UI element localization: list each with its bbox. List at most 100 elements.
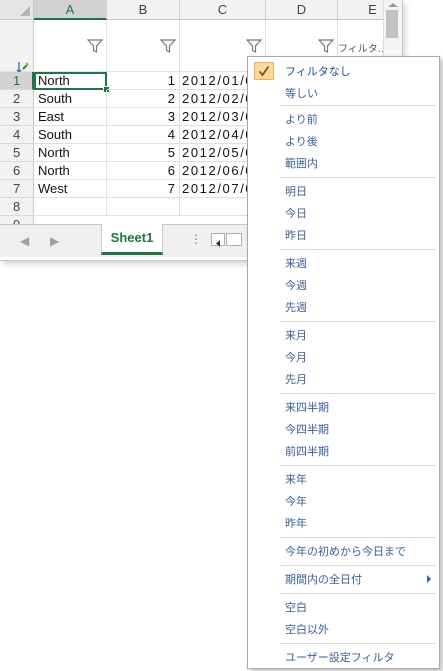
menu-separator	[280, 593, 436, 594]
menu-item-label: 今月	[285, 351, 307, 364]
cell-a3[interactable]: East	[34, 108, 107, 126]
row-header-3[interactable]: 3	[0, 108, 34, 126]
checkmark-icon	[254, 62, 274, 80]
menu-item-today[interactable]: 今日	[248, 202, 439, 224]
menu-item-label: 先月	[285, 373, 307, 386]
date-filter-menu: フィルタなし 等しい より前 より後 範囲内 明日 今日 昨日 来週 今週 先週…	[247, 56, 440, 669]
menu-item-after[interactable]: より後	[248, 130, 439, 152]
cell-b6[interactable]: 6	[107, 162, 180, 180]
menu-item-non-blanks[interactable]: 空白以外	[248, 618, 439, 640]
menu-item-next-quarter[interactable]: 来四半期	[248, 396, 439, 418]
menu-item-label: 空白以外	[285, 623, 329, 636]
scroll-up-icon[interactable]	[387, 2, 399, 8]
menu-item-all-dates-in-period[interactable]: 期間内の全日付	[248, 568, 439, 590]
row-header-4[interactable]: 4	[0, 126, 34, 144]
menu-item-this-year[interactable]: 今年	[248, 490, 439, 512]
filter-cell-b	[107, 20, 180, 72]
cell-b8[interactable]	[107, 198, 180, 216]
cell-a6[interactable]: North	[34, 162, 107, 180]
cell-a5[interactable]: North	[34, 144, 107, 162]
menu-item-label: より後	[285, 135, 318, 148]
filter-funnel-icon[interactable]	[318, 38, 334, 54]
filter-funnel-icon[interactable]	[87, 38, 103, 54]
menu-item-before[interactable]: より前	[248, 108, 439, 130]
filter-funnel-icon[interactable]	[160, 38, 176, 54]
menu-item-this-week[interactable]: 今週	[248, 274, 439, 296]
menu-item-label: フィルタなし	[285, 65, 351, 78]
menu-item-label: 明日	[285, 185, 307, 198]
menu-item-label: 来週	[285, 257, 307, 270]
vertical-scroll-thumb[interactable]	[386, 10, 398, 38]
cell-b3[interactable]: 3	[107, 108, 180, 126]
prev-sheet-icon[interactable]: ◀	[20, 234, 29, 248]
menu-item-custom-filter[interactable]: ユーザー設定フィルタ	[248, 646, 439, 668]
menu-item-label: ユーザー設定フィルタ	[285, 651, 395, 664]
row-header-5[interactable]: 5	[0, 144, 34, 162]
menu-item-label: 期間内の全日付	[285, 573, 362, 586]
filter-cell-a	[34, 20, 107, 72]
filter-header-text: フィルタ…	[338, 44, 388, 55]
menu-item-last-week[interactable]: 先週	[248, 296, 439, 318]
menu-item-label: 今年	[285, 495, 307, 508]
menu-separator	[280, 105, 436, 106]
menu-item-label: 今四半期	[285, 423, 329, 436]
cell-b7[interactable]: 7	[107, 180, 180, 198]
menu-separator	[280, 465, 436, 466]
menu-item-label: 前四半期	[285, 445, 329, 458]
select-all-corner[interactable]	[0, 0, 34, 20]
sheet-tab-sheet1[interactable]: Sheet1	[101, 224, 163, 255]
row-header-1[interactable]: 1	[0, 72, 34, 90]
menu-item-year-to-date[interactable]: 今年の初めから今日まで	[248, 540, 439, 562]
scroll-left-button[interactable]	[211, 233, 225, 247]
menu-item-next-year[interactable]: 来年	[248, 468, 439, 490]
menu-item-label: 範囲内	[285, 157, 318, 170]
column-header-c[interactable]: C	[180, 0, 266, 20]
menu-item-label: 今日	[285, 207, 307, 220]
row-header-8[interactable]: 8	[0, 198, 34, 216]
menu-item-label: 先週	[285, 301, 307, 314]
menu-item-label: 昨日	[285, 229, 307, 242]
menu-separator	[280, 321, 436, 322]
column-header-d[interactable]: D	[266, 0, 338, 20]
menu-item-last-month[interactable]: 先月	[248, 368, 439, 390]
menu-separator	[280, 177, 436, 178]
menu-item-next-week[interactable]: 来週	[248, 252, 439, 274]
row-header-7[interactable]: 7	[0, 180, 34, 198]
menu-item-label: 空白	[285, 601, 307, 614]
menu-item-last-quarter[interactable]: 前四半期	[248, 440, 439, 462]
cell-a7[interactable]: West	[34, 180, 107, 198]
menu-separator	[280, 565, 436, 566]
cell-a4[interactable]: South	[34, 126, 107, 144]
menu-item-next-month[interactable]: 来月	[248, 324, 439, 346]
cell-b2[interactable]: 2	[107, 90, 180, 108]
menu-item-label: 来四半期	[285, 401, 329, 414]
menu-item-label: より前	[285, 113, 318, 126]
cell-b1[interactable]: 1	[107, 72, 180, 90]
cell-b4[interactable]: 4	[107, 126, 180, 144]
column-header-a[interactable]: A	[34, 0, 107, 20]
menu-item-this-quarter[interactable]: 今四半期	[248, 418, 439, 440]
menu-item-yesterday[interactable]: 昨日	[248, 224, 439, 246]
cell-a8[interactable]	[34, 198, 107, 216]
menu-item-this-month[interactable]: 今月	[248, 346, 439, 368]
cell-a1[interactable]: North	[34, 72, 107, 90]
menu-separator	[280, 643, 436, 644]
menu-item-label: 昨年	[285, 517, 307, 530]
horizontal-scroll-thumb[interactable]	[226, 233, 242, 246]
filter-funnel-icon[interactable]	[246, 38, 262, 54]
cell-a2[interactable]: South	[34, 90, 107, 108]
row-header-6[interactable]: 6	[0, 162, 34, 180]
menu-item-equals[interactable]: 等しい	[248, 82, 439, 104]
menu-item-last-year[interactable]: 昨年	[248, 512, 439, 534]
cell-b5[interactable]: 5	[107, 144, 180, 162]
menu-item-blanks[interactable]: 空白	[248, 596, 439, 618]
menu-item-label: 今年の初めから今日まで	[285, 545, 406, 558]
menu-separator	[280, 393, 436, 394]
next-sheet-icon[interactable]: ▶	[50, 234, 59, 248]
tab-options-icon[interactable]: ⋮	[190, 232, 202, 246]
menu-item-between[interactable]: 範囲内	[248, 152, 439, 174]
menu-item-tomorrow[interactable]: 明日	[248, 180, 439, 202]
row-header-2[interactable]: 2	[0, 90, 34, 108]
menu-item-no-filter[interactable]: フィルタなし	[248, 60, 439, 82]
column-header-b[interactable]: B	[107, 0, 180, 20]
